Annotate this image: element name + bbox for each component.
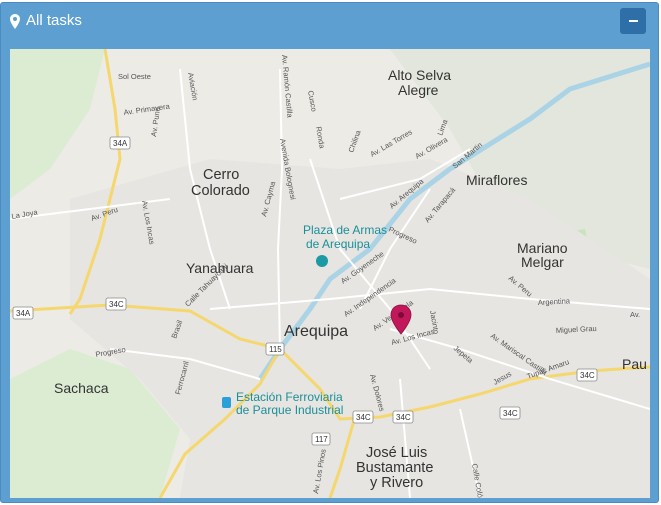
- street-label: Av.: [630, 310, 640, 319]
- map-marker-icon: [10, 14, 20, 29]
- place-label: y Rivero: [370, 475, 423, 491]
- route-shield: 34C: [105, 297, 127, 311]
- street-label: Argentina: [538, 296, 571, 307]
- tasks-panel: All tasks 34A 34C 34A 115 117 34C 34C 34…: [0, 2, 659, 503]
- poi-label: de Parque Industrial: [236, 403, 343, 417]
- place-label: Arequipa: [284, 323, 348, 340]
- poi-label: de Arequipa: [306, 237, 370, 251]
- svg-text:34C: 34C: [580, 371, 595, 380]
- place-label: Melgar: [521, 254, 564, 270]
- svg-text:34C: 34C: [109, 300, 124, 309]
- minus-icon: [629, 20, 638, 22]
- place-label: Yanahuara: [186, 260, 254, 276]
- svg-text:117: 117: [315, 435, 328, 444]
- svg-text:34A: 34A: [16, 309, 31, 318]
- train-station-icon[interactable]: [222, 397, 231, 408]
- panel-title: All tasks: [26, 12, 82, 29]
- svg-text:115: 115: [269, 345, 282, 354]
- svg-text:34C: 34C: [503, 409, 518, 418]
- poi-label: Estación Ferroviaria: [236, 390, 343, 404]
- panel-header: All tasks: [1, 3, 658, 41]
- street-label: Sol Oeste: [118, 72, 151, 81]
- place-label: Cerro: [203, 167, 239, 183]
- place-label: Pau: [622, 356, 647, 372]
- place-label: José Luis: [366, 445, 427, 461]
- place-label: Bustamante: [356, 460, 433, 476]
- poi-label: Plaza de Armas: [303, 223, 387, 237]
- svg-text:34C: 34C: [356, 413, 371, 422]
- svg-text:34A: 34A: [113, 139, 128, 148]
- place-label: Sachaca: [54, 380, 109, 396]
- route-shield: 34A: [109, 136, 131, 150]
- route-shield: 34C: [576, 368, 598, 382]
- place-label: Colorado: [191, 183, 250, 199]
- route-shield: 34C: [352, 410, 374, 424]
- place-label: Miraflores: [466, 172, 527, 188]
- map-canvas[interactable]: 34A 34C 34A 115 117 34C 34C 34C 34C Sol …: [10, 49, 650, 498]
- collapse-button[interactable]: [620, 8, 646, 34]
- route-shield: 34A: [12, 306, 34, 320]
- place-label: Alegre: [398, 82, 439, 98]
- route-shield: 115: [265, 342, 285, 356]
- map-view[interactable]: 34A 34C 34A 115 117 34C 34C 34C 34C Sol …: [10, 49, 650, 498]
- route-shield: 34C: [499, 406, 521, 420]
- place-label: Alto Selva: [388, 67, 451, 83]
- landmark-icon[interactable]: [316, 255, 328, 267]
- svg-text:34C: 34C: [396, 413, 411, 422]
- route-shield: 117: [311, 432, 331, 446]
- route-shield: 34C: [392, 410, 414, 424]
